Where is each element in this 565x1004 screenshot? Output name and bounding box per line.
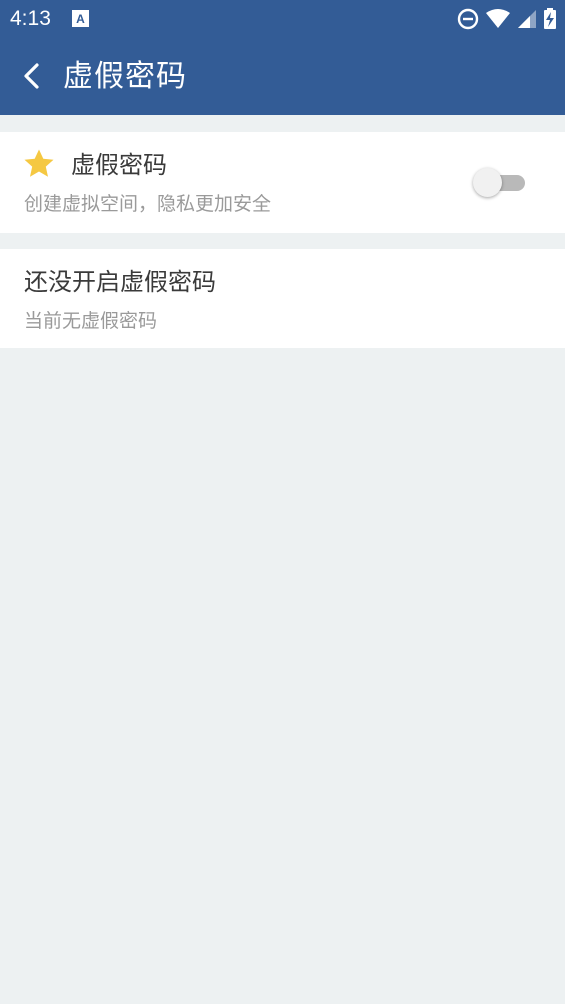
fake-password-subtitle: 创建虚拟空间，隐私更加安全: [24, 193, 272, 215]
fake-password-title: 虚假密码: [71, 151, 167, 179]
svg-text:A: A: [76, 12, 85, 26]
fake-password-setting-row[interactable]: 虚假密码 创建虚拟空间，隐私更加安全: [0, 132, 565, 233]
chevron-left-icon[interactable]: [18, 62, 46, 90]
battery-charging-icon: [544, 8, 556, 29]
page-title: 虚假密码: [63, 59, 187, 94]
signal-icon: [518, 10, 536, 28]
fake-password-status-row[interactable]: 还没开启虚假密码 当前无虚假密码: [0, 249, 565, 348]
fake-password-status-subtitle: 当前无虚假密码: [24, 310, 158, 332]
do-not-disturb-icon: [457, 8, 479, 30]
text-a-icon: A: [72, 10, 89, 27]
app-bar: 虚假密码: [0, 38, 565, 115]
fake-password-toggle[interactable]: [473, 167, 525, 197]
toggle-thumb: [473, 168, 502, 197]
star-icon: [24, 149, 54, 177]
status-icons: [457, 8, 557, 30]
fake-password-status-title: 还没开启虚假密码: [24, 268, 216, 296]
status-time: 4:13: [10, 7, 51, 30]
status-bar: 4:13 A: [0, 0, 565, 38]
wifi-icon: [486, 9, 510, 28]
